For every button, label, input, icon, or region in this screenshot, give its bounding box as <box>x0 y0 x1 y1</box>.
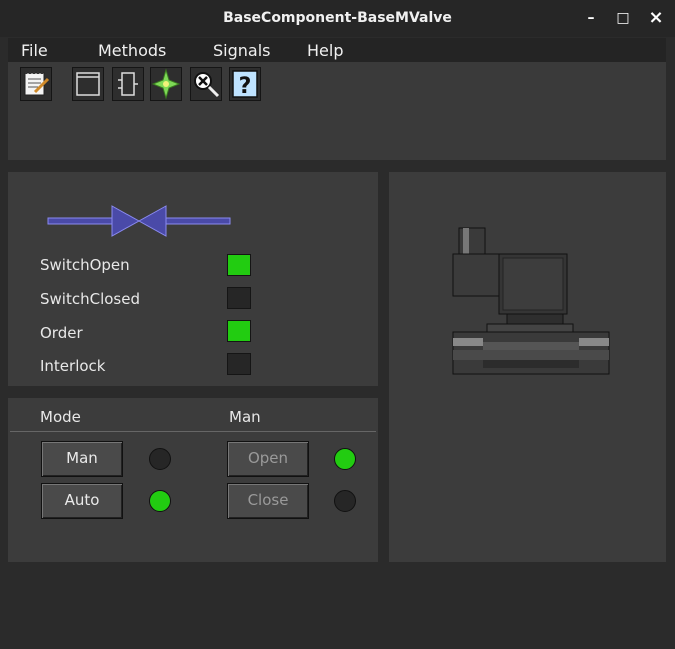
mode-header: Mode <box>40 408 81 426</box>
man-button[interactable]: Man <box>41 441 123 477</box>
menu-signals[interactable]: Signals <box>213 41 270 60</box>
signal-indicator-interlock <box>227 353 251 375</box>
signal-label-interlock: Interlock <box>40 357 106 375</box>
man-led <box>149 448 171 470</box>
menu-bar: File Methods Signals Help <box>8 38 666 63</box>
signal-indicator-switchclosed <box>227 287 251 309</box>
menu-help[interactable]: Help <box>307 41 343 60</box>
close-button[interactable]: × <box>646 8 666 28</box>
menu-methods[interactable]: Methods <box>98 41 166 60</box>
signal-label-order: Order <box>40 324 83 342</box>
help-glyph: ? <box>239 74 252 99</box>
help-icon[interactable]: ? <box>229 67 261 101</box>
window-icon[interactable] <box>72 67 104 101</box>
valve-symbol <box>47 205 231 237</box>
open-led <box>334 448 356 470</box>
valve-image-panel <box>389 172 666 562</box>
maximize-button[interactable]: □ <box>613 8 633 28</box>
star-icon[interactable] <box>150 67 182 101</box>
signal-label-switchopen: SwitchOpen <box>40 256 130 274</box>
component-icon[interactable] <box>112 67 144 101</box>
window-title: BaseComponent-BaseMValve <box>223 10 452 26</box>
title-bar: BaseComponent-BaseMValve – □ × <box>0 0 675 37</box>
auto-button[interactable]: Auto <box>41 483 123 519</box>
divider <box>10 431 376 432</box>
notepad-icon[interactable] <box>20 67 52 101</box>
mode-panel: Mode Man Man Open Auto Close <box>8 398 378 562</box>
signal-indicator-switchopen <box>227 254 251 276</box>
signal-indicator-order <box>227 320 251 342</box>
menu-file[interactable]: File <box>21 41 48 60</box>
man-header: Man <box>229 408 261 426</box>
toolbar: ? <box>8 62 666 160</box>
signals-panel: SwitchOpen SwitchClosed Order Interlock <box>8 172 378 386</box>
open-button[interactable]: Open <box>227 441 309 477</box>
minimize-button[interactable]: – <box>581 8 601 28</box>
signal-label-switchclosed: SwitchClosed <box>40 290 140 308</box>
close-valve-button[interactable]: Close <box>227 483 309 519</box>
close-led <box>334 490 356 512</box>
solenoid-valve-image <box>452 227 610 375</box>
auto-led <box>149 490 171 512</box>
search-close-icon[interactable] <box>190 67 222 101</box>
